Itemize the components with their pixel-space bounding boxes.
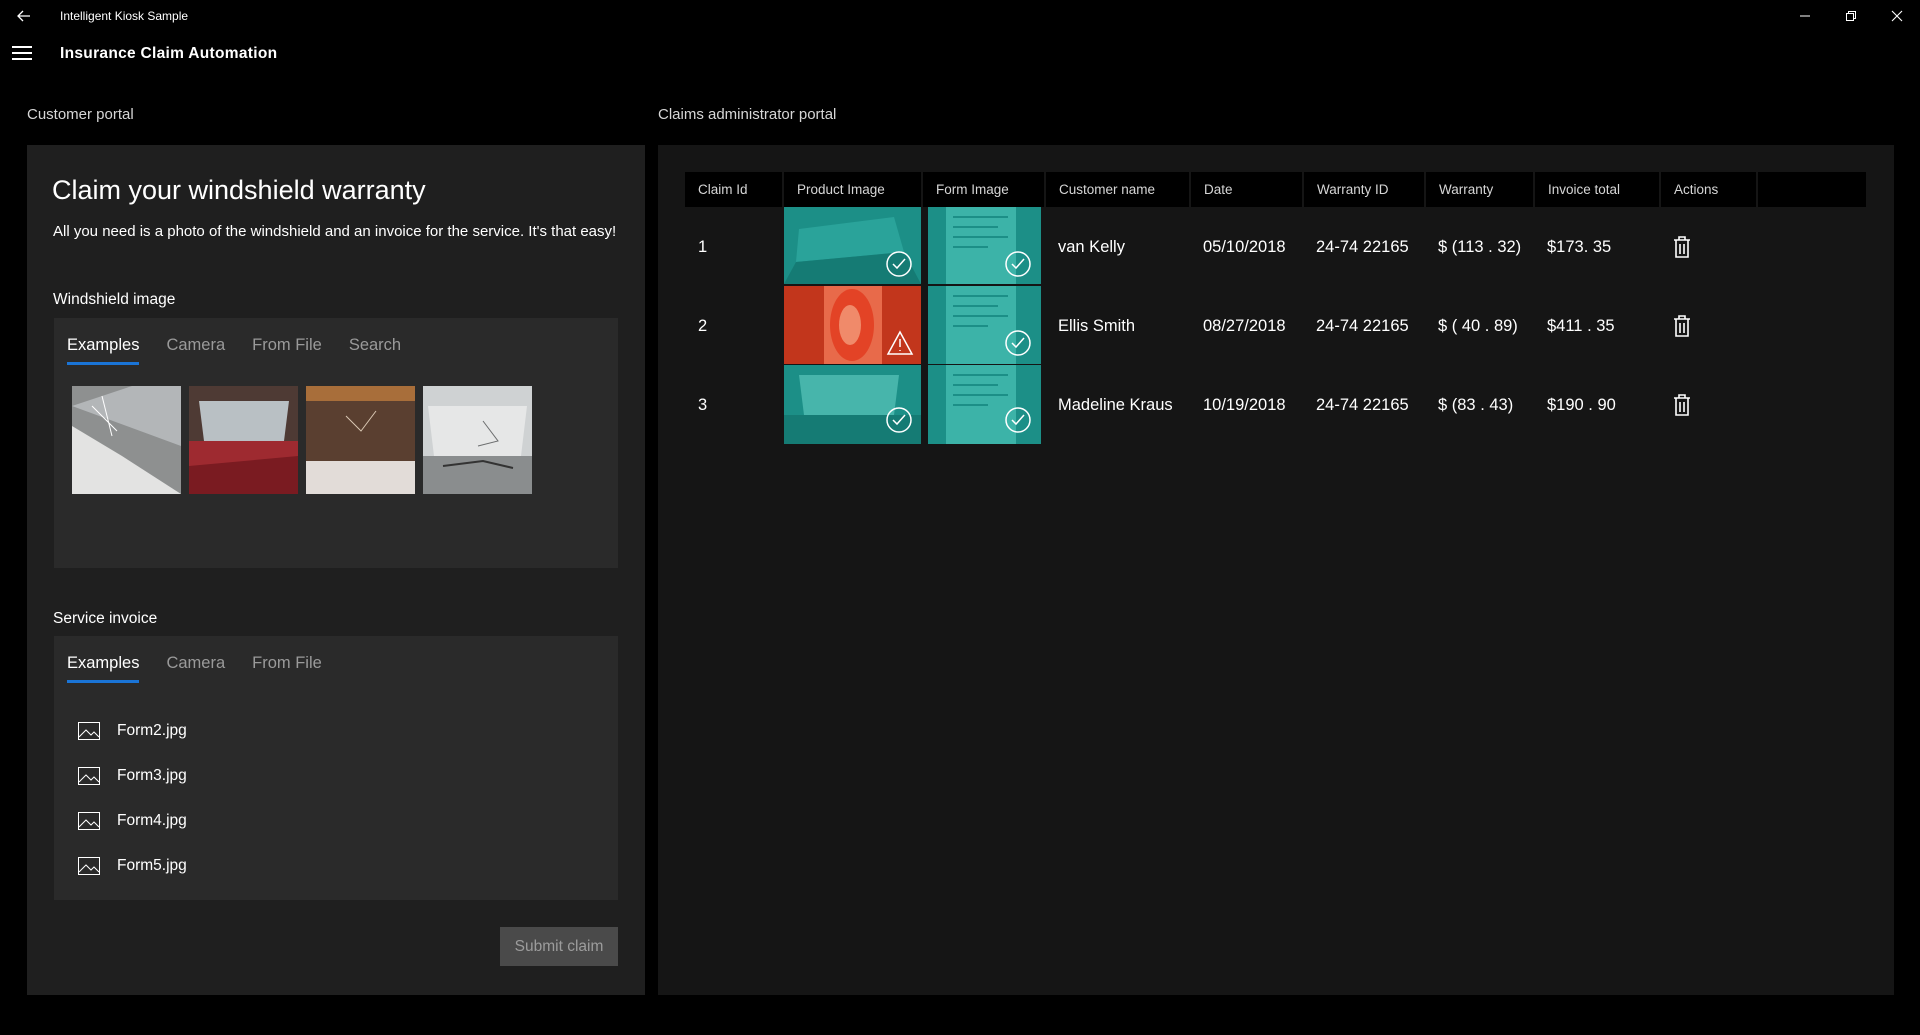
submit-claim-button[interactable]: Submit claim xyxy=(500,927,618,966)
warranty-id: 24-74 22165 xyxy=(1316,238,1409,256)
claims-table-header: Claim Id Product Image Form Image Custom… xyxy=(685,172,1866,207)
admin-portal-panel: Claim Id Product Image Form Image Custom… xyxy=(658,145,1894,995)
claim-title: Claim your windshield warranty xyxy=(52,175,426,205)
trash-icon xyxy=(1674,315,1690,337)
column-header[interactable]: Warranty xyxy=(1426,172,1533,207)
minimize-button[interactable] xyxy=(1782,0,1828,32)
app-title: Intelligent Kiosk Sample xyxy=(60,9,189,23)
page-title: Insurance Claim Automation xyxy=(60,45,278,62)
windshield-tabs: Examples Camera From File Search xyxy=(67,336,428,365)
invoice-tabs: Examples Camera From File xyxy=(67,654,349,683)
example-windshield-image[interactable] xyxy=(72,386,181,494)
hamburger-menu-icon[interactable] xyxy=(12,46,32,62)
trash-icon xyxy=(1674,236,1690,258)
invoice-file-name: Form2.jpg xyxy=(117,722,187,739)
delete-claim-button[interactable] xyxy=(1672,314,1692,338)
claim-description: All you need is a photo of the windshiel… xyxy=(53,223,617,240)
tab-from-file[interactable]: From File xyxy=(252,654,322,683)
column-header[interactable]: Warranty ID xyxy=(1304,172,1424,207)
invoice-file-item[interactable]: Form3.jpg xyxy=(78,764,187,788)
claim-id: 3 xyxy=(698,396,708,414)
trash-icon xyxy=(1674,394,1690,416)
example-windshield-image[interactable] xyxy=(189,386,298,494)
column-header[interactable]: Actions xyxy=(1661,172,1756,207)
tab-camera[interactable]: Camera xyxy=(166,336,225,365)
example-windshield-image[interactable] xyxy=(423,386,532,494)
close-button[interactable] xyxy=(1874,0,1920,32)
image-file-icon xyxy=(78,767,100,785)
form-image[interactable] xyxy=(928,365,1041,444)
customer-name: van Kelly xyxy=(1058,238,1125,256)
customer-portal-label: Customer portal xyxy=(27,106,134,123)
invoice-file-name: Form3.jpg xyxy=(117,767,187,784)
invoice-file-name: Form5.jpg xyxy=(117,857,187,874)
column-header[interactable]: Invoice total xyxy=(1535,172,1659,207)
restore-button[interactable] xyxy=(1828,0,1874,32)
invoice-total: $190 . 90 xyxy=(1547,396,1616,414)
warranty-amount: $ (83 . 43) xyxy=(1438,396,1514,414)
delete-claim-button[interactable] xyxy=(1672,235,1692,259)
tab-camera[interactable]: Camera xyxy=(166,654,225,683)
tab-examples[interactable]: Examples xyxy=(67,654,140,683)
claim-date: 08/27/2018 xyxy=(1203,317,1286,335)
form-image[interactable] xyxy=(928,286,1041,364)
service-invoice-label: Service invoice xyxy=(53,610,158,627)
back-button[interactable] xyxy=(12,6,36,26)
column-header[interactable]: Claim Id xyxy=(685,172,782,207)
warranty-amount: $ ( 40 . 89) xyxy=(1438,317,1518,335)
column-header[interactable]: Form Image xyxy=(923,172,1044,207)
windshield-image-label: Windshield image xyxy=(53,291,176,308)
tab-from-file[interactable]: From File xyxy=(252,336,322,365)
product-image[interactable] xyxy=(784,207,921,284)
claim-date: 05/10/2018 xyxy=(1203,238,1286,256)
claim-date: 10/19/2018 xyxy=(1203,396,1286,414)
delete-claim-button[interactable] xyxy=(1672,393,1692,417)
invoice-file-item[interactable]: Form5.jpg xyxy=(78,854,187,878)
restore-icon xyxy=(1846,11,1856,21)
warranty-id: 24-74 22165 xyxy=(1316,317,1409,335)
column-header[interactable]: Product Image xyxy=(784,172,921,207)
back-arrow-icon xyxy=(17,10,30,22)
title-bar: Intelligent Kiosk Sample xyxy=(0,0,1920,32)
product-image[interactable] xyxy=(784,286,921,364)
column-header[interactable]: Date xyxy=(1191,172,1302,207)
customer-name: Ellis Smith xyxy=(1058,317,1136,335)
invoice-total: $411 . 35 xyxy=(1547,317,1615,335)
tab-examples[interactable]: Examples xyxy=(67,336,140,365)
customer-name: Madeline Kraus xyxy=(1058,396,1173,414)
column-header-spacer xyxy=(1758,172,1866,207)
image-file-icon xyxy=(78,722,100,740)
example-windshield-image[interactable] xyxy=(306,386,415,494)
invoice-file-item[interactable]: Form4.jpg xyxy=(78,809,187,833)
invoice-file-name: Form4.jpg xyxy=(117,812,187,829)
image-file-icon xyxy=(78,857,100,875)
warranty-id: 24-74 22165 xyxy=(1316,396,1409,414)
customer-portal-panel: Claim your windshield warranty All you n… xyxy=(27,145,645,995)
claim-id: 1 xyxy=(698,238,708,256)
form-image[interactable] xyxy=(928,207,1041,284)
close-icon xyxy=(1891,10,1903,22)
image-file-icon xyxy=(78,812,100,830)
admin-portal-label: Claims administrator portal xyxy=(658,106,837,123)
tab-search[interactable]: Search xyxy=(349,336,401,365)
product-image[interactable] xyxy=(784,365,921,444)
minimize-icon xyxy=(1800,15,1810,17)
service-invoice-picker: Examples Camera From File Form2.jpg Form… xyxy=(54,636,618,900)
invoice-file-item[interactable]: Form2.jpg xyxy=(78,719,187,743)
claim-id: 2 xyxy=(698,317,708,335)
invoice-total: $173. 35 xyxy=(1547,238,1612,256)
column-header[interactable]: Customer name xyxy=(1046,172,1189,207)
warranty-amount: $ (113 . 32) xyxy=(1438,238,1522,256)
windshield-image-picker: Examples Camera From File Search xyxy=(54,318,618,568)
